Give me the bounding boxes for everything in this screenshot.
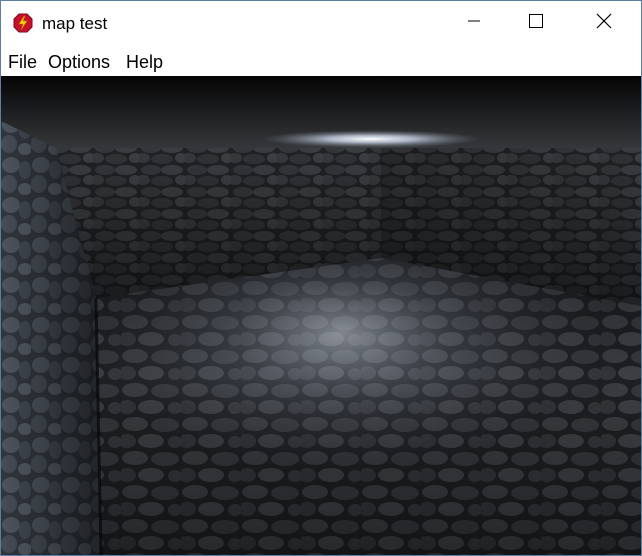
3d-viewport[interactable] [1, 76, 641, 555]
menu-help[interactable]: Help [126, 51, 163, 73]
app-window: map test File Options Help [0, 0, 642, 556]
minimize-button[interactable] [451, 1, 497, 45]
minimize-icon [468, 14, 480, 32]
app-icon [13, 13, 33, 33]
maximize-button[interactable] [513, 1, 559, 45]
window-title: map test [42, 14, 108, 33]
ceiling-light [261, 130, 481, 148]
title-bar[interactable]: map test [1, 1, 641, 45]
close-icon [596, 13, 612, 34]
maximize-icon [529, 13, 543, 33]
menu-file[interactable]: File [8, 51, 37, 73]
stone-room-scene [1, 76, 641, 555]
menu-bar: File Options Help [1, 45, 641, 76]
menu-options[interactable]: Options [48, 51, 110, 73]
close-button[interactable] [581, 1, 627, 45]
